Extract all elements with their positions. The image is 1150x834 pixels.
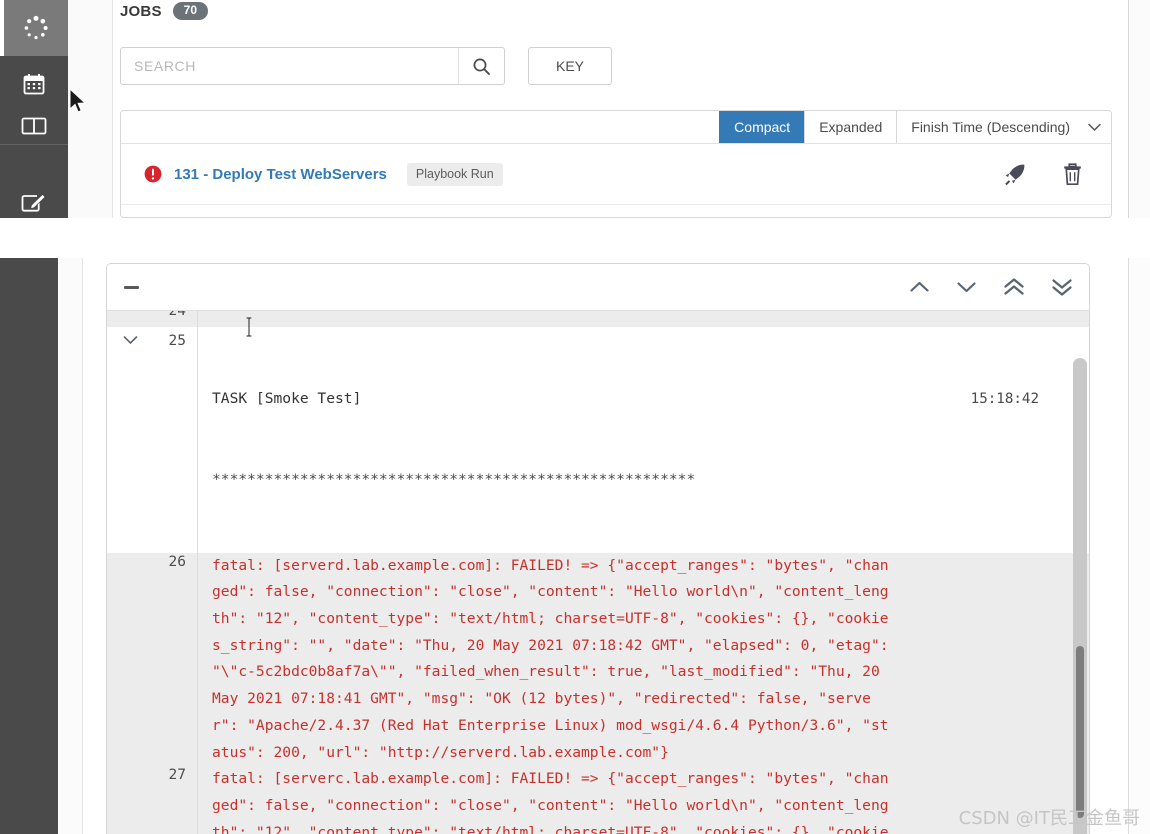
line-number-cell: 27 (107, 766, 198, 834)
log-line-text: fatal: [serverd.lab.example.com]: FAILED… (198, 552, 1089, 767)
log-task-title: TASK [Smoke Test] (212, 390, 362, 408)
line-number-cell: 25 (107, 327, 198, 553)
sort-dropdown[interactable]: Finish Time (Descending) (896, 111, 1111, 143)
standard-output-panel: 24 25 TASK [Smoke Test] 15:18:42 *******… (106, 263, 1090, 834)
jobs-count-badge: 70 (172, 2, 209, 20)
console-scrollbar-thumb[interactable] (1076, 646, 1084, 818)
top-right-margin (1129, 0, 1150, 218)
double-chevron-down-icon[interactable] (1051, 278, 1073, 296)
row-actions (1003, 162, 1093, 186)
sidebar-item-templates[interactable] (0, 176, 68, 218)
log-line: 26 fatal: [serverd.lab.example.com]: FAI… (107, 552, 1089, 767)
table-row-partial (121, 205, 1111, 217)
primary-sidebar-lower (0, 258, 58, 834)
double-chevron-up-icon[interactable] (1003, 278, 1025, 296)
expander-chevron-down-icon[interactable] (123, 332, 138, 350)
sidebar-item-dashboard[interactable] (0, 98, 68, 154)
line-number-cell: 26 (107, 552, 198, 767)
line-number: 25 (168, 333, 186, 349)
log-task-timestamp: 15:18:42 (970, 391, 1039, 408)
log-line-text (198, 311, 1089, 327)
columns-icon (21, 117, 47, 135)
jobs-list-screenshot: JOBS 70 KEY Compact Expanded Finish (0, 0, 1150, 218)
line-number: 26 (168, 553, 186, 570)
console-scrollbar[interactable] (1073, 358, 1087, 834)
search-submit-button[interactable] (458, 48, 504, 84)
jobs-list-toolbar: Compact Expanded Finish Time (Descending… (121, 111, 1111, 144)
jobs-panel-header: JOBS 70 (120, 2, 209, 20)
jobs-panel: JOBS 70 KEY Compact Expanded Finish (113, 0, 1128, 218)
pencil-square-icon (21, 194, 46, 212)
key-button[interactable]: KEY (528, 47, 612, 85)
log-line-text: fatal: [serverc.lab.example.com]: FAILED… (198, 766, 1089, 834)
chevron-down-icon (1088, 123, 1101, 131)
minus-icon[interactable] (124, 285, 139, 289)
log-line: 24 (107, 311, 1089, 327)
job-type-badge: Playbook Run (406, 162, 503, 186)
log-task-block: TASK [Smoke Test] 15:18:42 *************… (198, 327, 1089, 553)
job-output-screenshot: 24 25 TASK [Smoke Test] 15:18:42 *******… (0, 258, 1150, 834)
job-name-link[interactable]: 131 - Deploy Test WebServers (174, 166, 387, 183)
search-row: KEY (120, 47, 612, 85)
error-icon (144, 165, 162, 183)
text-cursor-icon (246, 317, 252, 337)
table-row[interactable]: 131 - Deploy Test WebServers Playbook Ru… (121, 144, 1111, 205)
search-box (120, 47, 505, 85)
rocket-icon[interactable] (1003, 163, 1026, 186)
calendar-icon (23, 74, 45, 95)
mouse-cursor-icon (69, 88, 87, 113)
console-log-body[interactable]: 24 25 TASK [Smoke Test] 15:18:42 *******… (107, 311, 1089, 834)
line-number-cell: 24 (107, 311, 198, 327)
trash-icon[interactable] (1062, 162, 1083, 186)
search-icon (473, 58, 490, 75)
jobs-list-card: Compact Expanded Finish Time (Descending… (120, 110, 1112, 218)
chevron-up-icon[interactable] (909, 280, 930, 294)
bottom-right-margin (1129, 258, 1150, 834)
log-task-separator: ****************************************… (212, 470, 696, 488)
primary-sidebar (0, 0, 68, 218)
sidebar-spacer-lower (58, 258, 83, 834)
page-title: JOBS (120, 2, 162, 20)
view-toggle-expanded[interactable]: Expanded (804, 111, 897, 143)
sort-dropdown-label: Finish Time (Descending) (911, 119, 1070, 135)
screenshot-gap (0, 218, 1150, 258)
console-nav-buttons (909, 278, 1073, 296)
spinner-icon (24, 15, 48, 40)
line-number: 24 (168, 311, 186, 319)
view-toggle-compact[interactable]: Compact (719, 111, 805, 143)
search-input[interactable] (121, 48, 458, 84)
log-line: 25 TASK [Smoke Test] 15:18:42 **********… (107, 327, 1089, 553)
line-number: 27 (168, 767, 186, 784)
log-line: 27 fatal: [serverc.lab.example.com]: FAI… (107, 766, 1089, 834)
console-toolbar (107, 264, 1089, 311)
sidebar-item-jobs[interactable] (0, 0, 68, 56)
chevron-down-icon[interactable] (956, 280, 977, 294)
